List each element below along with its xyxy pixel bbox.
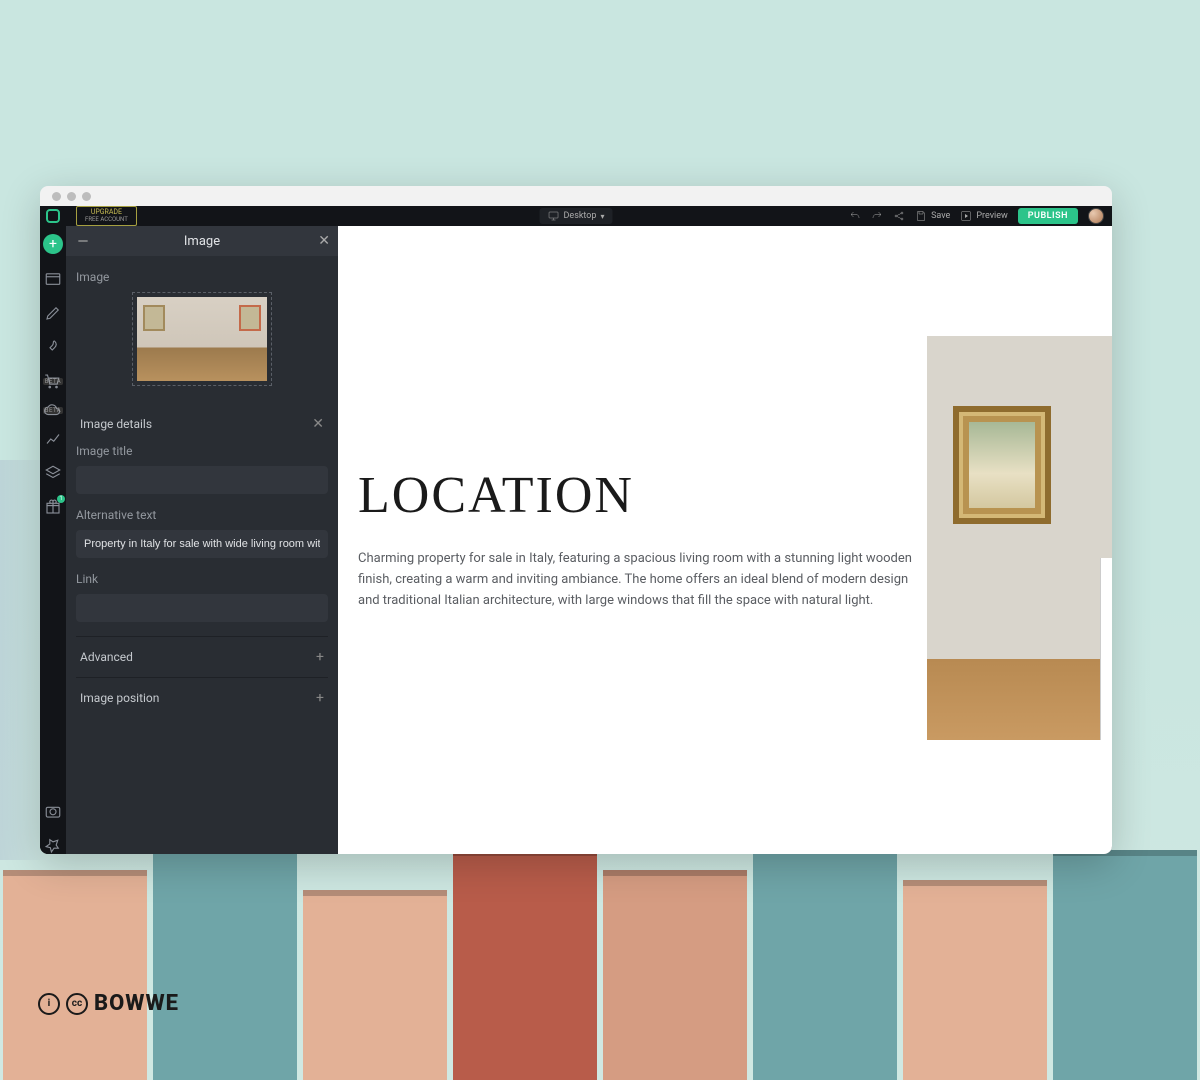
collapse-icon[interactable]: [76, 234, 90, 248]
upgrade-button[interactable]: UPGRADE FREE ACCOUNT: [76, 206, 137, 226]
undo-icon: [849, 210, 861, 222]
add-button[interactable]: +: [43, 234, 63, 254]
app-window: UPGRADE FREE ACCOUNT Desktop ▾ Save Prev…: [40, 186, 1112, 854]
save-label: Save: [931, 211, 950, 221]
rail-edit[interactable]: [44, 304, 62, 322]
logo[interactable]: [40, 206, 66, 226]
canvas[interactable]: LOCATION Charming property for sale in I…: [338, 226, 1112, 854]
avatar[interactable]: [1088, 208, 1104, 224]
pin-icon: [44, 836, 62, 854]
picture-frame: [953, 406, 1051, 524]
canvas-image[interactable]: [927, 336, 1112, 740]
beta-badge-2: BETA: [43, 407, 63, 414]
share-icon: [893, 210, 905, 222]
app: UPGRADE FREE ACCOUNT Desktop ▾ Save Prev…: [40, 206, 1112, 854]
plus-icon: +: [316, 690, 324, 706]
redo-button[interactable]: [871, 210, 883, 222]
rail-pages[interactable]: [44, 270, 62, 288]
preview-label: Preview: [976, 211, 1007, 221]
undo-button[interactable]: [849, 210, 861, 222]
rail-apps[interactable]: 1: [44, 498, 62, 516]
image-details-label: Image details: [80, 417, 152, 431]
save-button[interactable]: Save: [915, 210, 950, 222]
image-panel: Image ✕ Image Image details ✕ Image titl…: [66, 226, 338, 854]
panel-close-button[interactable]: ✕: [318, 233, 330, 249]
traffic-max[interactable]: [82, 192, 91, 201]
image-position-section[interactable]: Image position +: [76, 677, 328, 718]
watermark: i cc BOWWE: [38, 991, 179, 1016]
toolrail: + BETA BETA 1: [40, 226, 66, 854]
viewport-label: Desktop: [564, 211, 597, 221]
save-icon: [915, 210, 927, 222]
chart-icon: [44, 430, 62, 448]
advanced-label: Advanced: [80, 650, 133, 664]
image-label: Image: [76, 270, 328, 284]
link-input[interactable]: [76, 594, 328, 622]
camera-icon: [44, 802, 62, 820]
traffic-min[interactable]: [67, 192, 76, 201]
rail-stats[interactable]: [44, 430, 62, 448]
redo-icon: [871, 210, 883, 222]
image-title-label: Image title: [76, 444, 328, 458]
rail-pin[interactable]: [44, 836, 62, 854]
brand-text: BOWWE: [94, 991, 179, 1016]
plus-icon: +: [316, 649, 324, 665]
traffic-close[interactable]: [52, 192, 61, 201]
wallpaper-buildings: [0, 830, 1200, 1080]
upgrade-label: UPGRADE: [91, 208, 122, 216]
layers-icon: [44, 464, 62, 482]
by-icon: i: [38, 993, 60, 1015]
page-heading[interactable]: LOCATION: [358, 466, 928, 525]
door-edge: [1100, 558, 1112, 740]
page-paragraph[interactable]: Charming property for sale in Italy, fea…: [358, 549, 918, 611]
publish-button[interactable]: PUBLISH: [1018, 208, 1078, 224]
rail-design[interactable]: [44, 338, 62, 356]
close-icon[interactable]: ✕: [312, 416, 324, 432]
rail-settings[interactable]: [44, 802, 62, 820]
window-controls[interactable]: [40, 186, 1112, 206]
upgrade-sub: FREE ACCOUNT: [85, 217, 128, 224]
brush-icon: [44, 338, 62, 356]
link-label: Link: [76, 572, 328, 586]
desktop-icon: [548, 210, 560, 222]
panel-title: Image: [184, 234, 220, 249]
alt-text-input[interactable]: [76, 530, 328, 558]
topbar: UPGRADE FREE ACCOUNT Desktop ▾ Save Prev…: [40, 206, 1112, 226]
rail-layers[interactable]: [44, 464, 62, 482]
image-details-section[interactable]: Image details ✕: [76, 404, 328, 444]
publish-label: PUBLISH: [1028, 211, 1068, 221]
beta-badge: BETA: [43, 378, 63, 385]
pencil-icon: [44, 304, 62, 322]
image-title-input[interactable]: [76, 466, 328, 494]
play-icon: [960, 210, 972, 222]
alt-text-label: Alternative text: [76, 508, 328, 522]
viewport-switch[interactable]: Desktop ▾: [540, 208, 613, 224]
advanced-section[interactable]: Advanced +: [76, 636, 328, 677]
preview-button[interactable]: Preview: [960, 210, 1007, 222]
panel-header: Image ✕: [66, 226, 338, 256]
image-preview[interactable]: [132, 292, 272, 386]
window-icon: [44, 270, 62, 288]
share-button[interactable]: [893, 210, 905, 222]
image-position-label: Image position: [80, 691, 159, 705]
cc-icon: cc: [66, 993, 88, 1015]
chevron-down-icon: ▾: [600, 212, 604, 221]
